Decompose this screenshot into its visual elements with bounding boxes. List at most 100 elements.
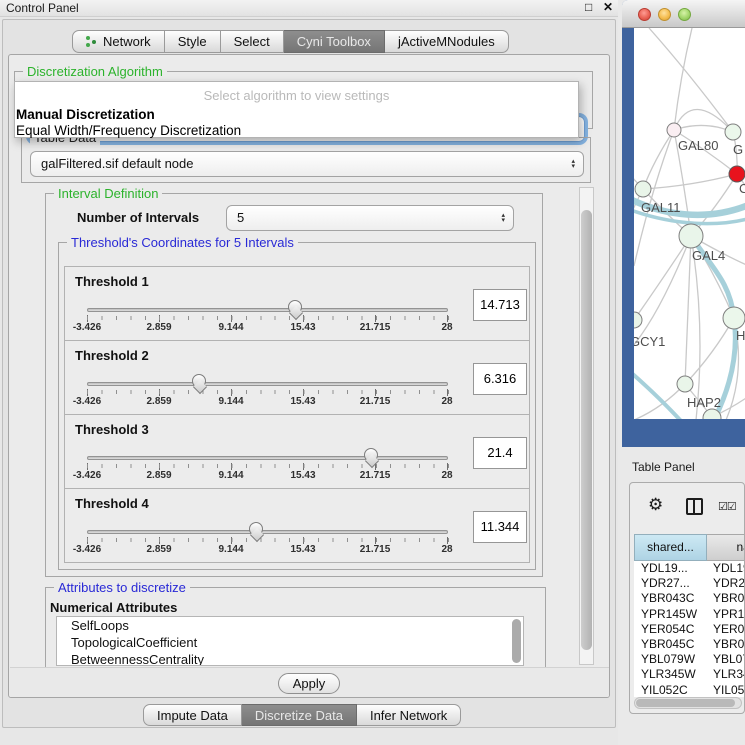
tab-style[interactable]: Style: [165, 30, 221, 53]
tab-label: jActiveMNodules: [398, 31, 495, 52]
column-header-shared-name[interactable]: shared...: [634, 534, 707, 561]
tick-label: 2.859: [146, 544, 171, 555]
threshold-value-field[interactable]: 21.4: [473, 437, 527, 469]
network-node[interactable]: [635, 181, 651, 197]
number-of-intervals-label: Number of Intervals: [77, 210, 199, 225]
apply-button[interactable]: Apply: [278, 673, 340, 694]
node-label: GCY1: [634, 334, 665, 349]
attributes-list-scrollbar[interactable]: [512, 619, 521, 663]
tick-label: 28: [441, 544, 452, 555]
network-edge[interactable]: [685, 318, 734, 384]
table-row[interactable]: YBR043CYBR043C: [634, 591, 745, 606]
table-data-combobox[interactable]: galFiltered.sif default node ▴▾: [30, 151, 584, 177]
network-edge[interactable]: [649, 28, 733, 132]
slider-thumb[interactable]: [192, 374, 206, 388]
table-row[interactable]: YDR27...YDR27...: [634, 576, 745, 591]
network-node[interactable]: [634, 312, 642, 328]
mac-close-button[interactable]: [638, 8, 651, 21]
slider-tick-labels: -3.4262.8599.14415.4321.71528: [65, 415, 529, 488]
tick-label: 9.144: [218, 322, 243, 333]
mac-minimize-button[interactable]: [658, 8, 671, 21]
table-data-value: galFiltered.sif default node: [41, 156, 193, 171]
control-panel-titlebar: Control Panel □ ✕: [0, 0, 618, 17]
table-row[interactable]: YIL052CYIL052C: [634, 683, 745, 698]
network-edge[interactable]: [674, 125, 733, 132]
network-node[interactable]: [723, 307, 745, 329]
tick-label: 2.859: [146, 470, 171, 481]
tab-select[interactable]: Select: [221, 30, 284, 53]
network-edge[interactable]: [634, 130, 674, 266]
node-label: H: [736, 328, 745, 343]
table-row[interactable]: YBL079WYBL079W: [634, 652, 745, 667]
network-canvas[interactable]: GAL80GCGAL11GAL4GCY1HHAP2: [634, 28, 745, 419]
tab-network[interactable]: Network: [72, 30, 165, 53]
column-header-name[interactable]: name: [707, 534, 745, 561]
table-hscrollbar-thumb[interactable]: [636, 699, 735, 707]
cell-shared-name: YBL079W: [634, 652, 707, 667]
tab-label: Infer Network: [370, 705, 447, 726]
slider-tick-labels: -3.4262.8599.14415.4321.71528: [65, 341, 529, 414]
network-edge[interactable]: [691, 236, 700, 419]
select-columns-icon[interactable]: ☑☑: [718, 500, 736, 513]
threshold-value-field[interactable]: 14.713: [473, 289, 527, 321]
tick-label: 2.859: [146, 322, 171, 333]
threshold-row: Threshold 1 -3.4262.8599.14415.4321.7152…: [64, 266, 530, 341]
table-hscrollbar-track[interactable]: [634, 697, 742, 709]
node-label: G: [733, 142, 743, 157]
network-edge[interactable]: [685, 236, 691, 384]
table-data-group: Table Data galFiltered.sif default node …: [21, 137, 591, 183]
network-node[interactable]: [679, 224, 703, 248]
apply-strip: Apply: [10, 667, 610, 698]
close-panel-icon[interactable]: ✕: [603, 0, 613, 14]
network-edge[interactable]: [643, 130, 674, 189]
threshold-value-field[interactable]: 6.316: [473, 363, 527, 395]
tab-label: Impute Data: [157, 705, 228, 726]
split-columns-icon[interactable]: [686, 498, 703, 515]
attribute-item-betweennesscentrality[interactable]: BetweennessCentrality: [57, 651, 523, 666]
network-edge[interactable]: [674, 28, 692, 130]
tick-label: 21.715: [360, 470, 391, 481]
table-row[interactable]: YPR145WYPR145W: [634, 607, 745, 622]
tab-infer-network[interactable]: Infer Network: [357, 704, 461, 726]
network-node[interactable]: [677, 376, 693, 392]
network-node[interactable]: [729, 166, 745, 182]
gear-icon[interactable]: ⚙: [648, 495, 663, 515]
tab-cyni-toolbox[interactable]: Cyni Toolbox: [284, 30, 385, 53]
network-node[interactable]: [725, 124, 741, 140]
network-window-titlebar: [622, 0, 745, 28]
slider-thumb[interactable]: [249, 522, 263, 536]
algorithm-option-manual-discretization[interactable]: Manual Discretization: [16, 107, 578, 123]
cell-shared-name: YER054C: [634, 622, 707, 637]
attribute-item-selfloops[interactable]: SelfLoops: [57, 617, 523, 634]
threshold-list: Threshold 1 -3.4262.8599.14415.4321.7152…: [64, 267, 530, 563]
cell-name: YBL079W: [707, 652, 745, 667]
tab-label: Style: [178, 31, 207, 52]
network-node[interactable]: [667, 123, 681, 137]
table-row[interactable]: YER054CYER054C: [634, 622, 745, 637]
slider-thumb[interactable]: [364, 448, 378, 462]
mac-zoom-button[interactable]: [678, 8, 691, 21]
network-edge[interactable]: [634, 236, 691, 320]
threshold-value-field[interactable]: 11.344: [473, 511, 527, 543]
slider-thumb[interactable]: [288, 300, 302, 314]
attributes-list: SelfLoopsTopologicalCoefficientBetweenne…: [56, 616, 524, 666]
number-of-intervals-value: 5: [237, 210, 244, 225]
float-window-icon[interactable]: □: [585, 0, 592, 14]
tick-label: -3.426: [73, 470, 101, 481]
tab-jactivemnodules[interactable]: jActiveMNodules: [385, 30, 509, 53]
thresholds-group: Threshold's Coordinates for 5 Intervals …: [58, 242, 536, 570]
table-row[interactable]: YDL19...YDL19...: [634, 561, 745, 576]
settings-scrollbar-track[interactable]: [579, 187, 594, 665]
tab-impute-data[interactable]: Impute Data: [143, 704, 242, 726]
group-title: Interval Definition: [54, 186, 162, 201]
settings-scrollbar-thumb[interactable]: [581, 210, 592, 650]
attribute-item-topologicalcoefficient[interactable]: TopologicalCoefficient: [57, 634, 523, 651]
table-row[interactable]: YLR345WYLR345W: [634, 667, 745, 682]
table-row[interactable]: YBR045CYBR045C: [634, 637, 745, 652]
table-panel: ⚙ ☑☑ shared... name YDL19...YDL19...YDR2…: [629, 482, 745, 714]
tab-discretize-data[interactable]: Discretize Data: [242, 704, 357, 726]
slider-tick-labels: -3.4262.8599.14415.4321.71528: [65, 489, 529, 562]
algorithm-option-equal-width-frequency-discretization[interactable]: Equal Width/Frequency Discretization: [16, 123, 578, 139]
number-of-intervals-combobox[interactable]: 5 ▴▾: [226, 205, 514, 231]
tick-label: 15.43: [290, 470, 315, 481]
